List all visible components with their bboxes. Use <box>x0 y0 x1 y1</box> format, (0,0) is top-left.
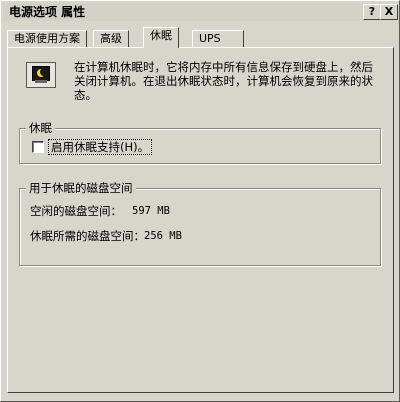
disk-space-group: 用于休眠的磁盘空间 空闲的磁盘空间： 597 MB 休眠所需的磁盘空间： 256… <box>19 181 381 266</box>
hibernate-group-title: 休眠 <box>26 121 55 135</box>
tab-hibernate[interactable]: 休眠 <box>143 27 179 48</box>
hibernate-description: 在计算机休眠时，它将内存中所有信息保存到硬盘上，然后关闭计算机。在退出休眠状态时… <box>74 60 373 102</box>
window-title: 电源选项 属性 <box>9 5 86 19</box>
monitor-screen <box>32 66 50 81</box>
tab-advanced[interactable]: 高级 <box>93 30 129 47</box>
tab-power-schemes[interactable]: 电源使用方案 <box>7 30 87 47</box>
help-button[interactable]: ? <box>363 4 381 20</box>
monitor-moon-icon <box>26 62 56 88</box>
enable-hibernate-label[interactable]: 启用休眠支持(H)。 <box>48 139 153 155</box>
free-space-label: 空闲的磁盘空间： <box>30 204 122 218</box>
monitor-stand <box>35 80 47 83</box>
tab-ups[interactable]: UPS <box>192 30 244 47</box>
disk-space-group-title: 用于休眠的磁盘空间 <box>26 181 136 195</box>
required-space-label: 休眠所需的磁盘空间： <box>30 229 145 243</box>
free-space-value: 597 MB <box>132 205 170 217</box>
required-space-value: 256 MB <box>144 230 182 242</box>
tab-panel-hibernate: 在计算机休眠时，它将内存中所有信息保存到硬盘上，然后关闭计算机。在退出休眠状态时… <box>7 47 394 393</box>
enable-hibernate-checkbox[interactable] <box>32 141 44 153</box>
properties-dialog: 电源选项 属性 ? X 电源使用方案 高级 休眠 UPS 在计算机休眠时，它将内… <box>0 0 400 402</box>
hibernate-group: 休眠 启用休眠支持(H)。 <box>19 121 381 164</box>
tab-strip: 电源使用方案 高级 休眠 UPS <box>7 26 399 48</box>
title-bar[interactable]: 电源选项 属性 ? X <box>3 3 398 21</box>
close-button[interactable]: X <box>380 4 398 20</box>
moon-icon <box>37 68 48 77</box>
